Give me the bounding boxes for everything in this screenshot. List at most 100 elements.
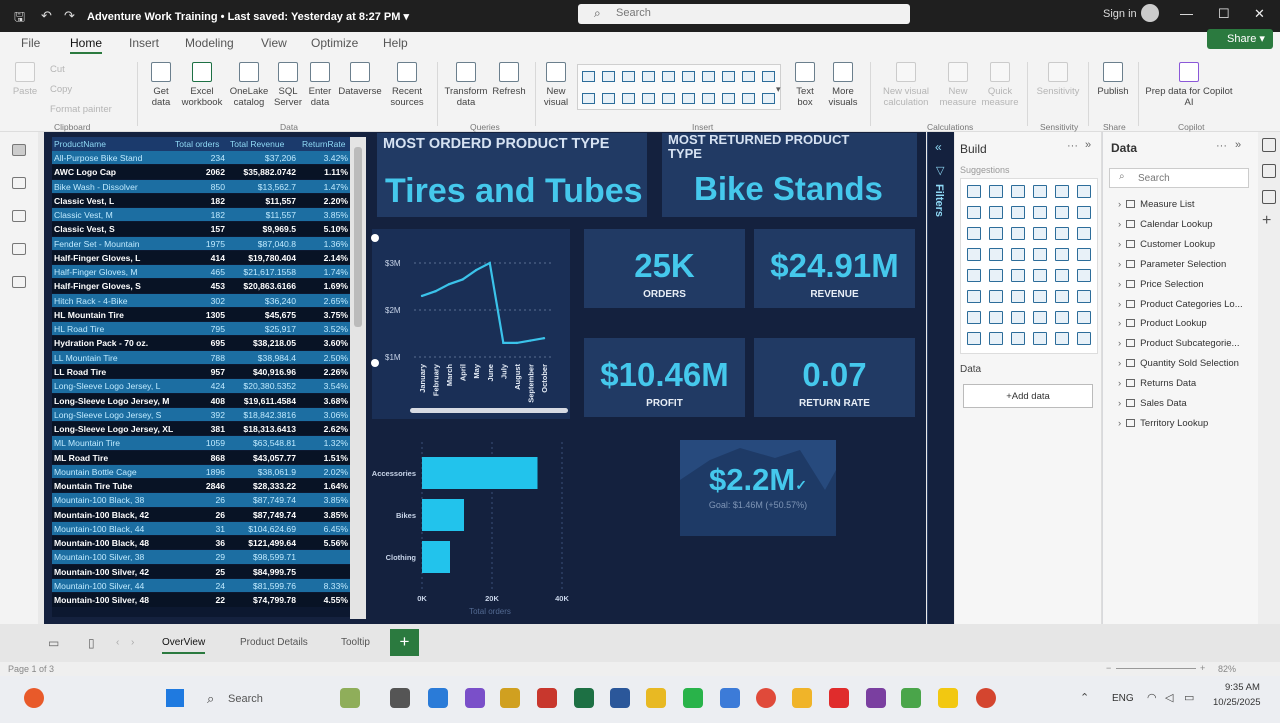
data-table-item[interactable]: › Returns Data — [1118, 378, 1196, 389]
task-view-icon[interactable] — [390, 688, 410, 708]
add-page-button[interactable]: + — [390, 629, 419, 656]
sensitivity-button[interactable]: Sensitivity — [1032, 62, 1084, 97]
visual-type-icon[interactable] — [989, 290, 1003, 303]
paste-button[interactable]: Paste — [12, 62, 38, 97]
tray-expand-icon[interactable]: ⌃ — [1080, 691, 1089, 704]
bar[interactable] — [422, 499, 464, 531]
column-header[interactable]: ProductName — [54, 139, 106, 149]
expand-icon[interactable]: « — [935, 140, 942, 154]
power-bi-icon[interactable] — [646, 688, 666, 708]
resize-handle[interactable] — [371, 234, 379, 242]
tmdl-view-icon[interactable] — [12, 276, 26, 288]
visual-icon[interactable] — [582, 93, 595, 104]
sql-server-button[interactable]: SQL Server — [274, 62, 302, 108]
more-visuals-button[interactable]: More visuals — [823, 62, 863, 108]
table-row[interactable]: ML Road Tire 868 $43,057.77 1.51% — [52, 450, 350, 465]
transform-data-button[interactable]: Transform data — [442, 62, 490, 108]
data-table-item[interactable]: › Calendar Lookup — [1118, 219, 1213, 230]
copy-button[interactable]: Copy — [50, 84, 72, 95]
desktop-layout-icon[interactable]: ▭ — [48, 636, 59, 650]
whatsapp-icon[interactable] — [683, 688, 703, 708]
enter-data-button[interactable]: Enter data — [306, 62, 334, 108]
table-row[interactable]: HL Mountain Tire 1305 $45,675 3.75% — [52, 307, 350, 323]
zoom-in-icon[interactable]: + — [1200, 663, 1205, 673]
resize-handle[interactable] — [371, 359, 379, 367]
new-visual-button[interactable]: New visual — [540, 62, 572, 108]
visual-type-icon[interactable] — [1033, 248, 1047, 261]
data-table-item[interactable]: › Product Subcategorie... — [1118, 338, 1239, 349]
visual-icon[interactable] — [742, 93, 755, 104]
visual-type-icon[interactable] — [967, 185, 981, 198]
tab-product-details[interactable]: Product Details — [240, 637, 308, 648]
visual-icon[interactable] — [762, 71, 775, 82]
gallery-expand-icon[interactable]: ▾ — [776, 84, 781, 95]
app-icon[interactable] — [537, 688, 557, 708]
category-bar-chart[interactable]: 0K 20K 40K Total orders Accessories Bikes Clot… — [370, 432, 570, 620]
table-row[interactable]: Classic Vest, L 182 $11,557 2.20% — [52, 193, 350, 209]
table-row[interactable]: All-Purpose Bike Stand 234 $37,206 3.42% — [52, 151, 350, 166]
zoom-slider[interactable] — [1116, 668, 1196, 669]
collapse-icon[interactable]: » — [1235, 139, 1241, 151]
word-icon[interactable] — [610, 688, 630, 708]
data-point[interactable] — [447, 282, 451, 286]
data-table-item[interactable]: › Product Categories Lo... — [1118, 299, 1243, 310]
cut-button[interactable]: Cut — [50, 64, 65, 75]
prev-page-icon[interactable]: ‹ — [116, 637, 119, 648]
visual-icon[interactable] — [602, 93, 615, 104]
table-row[interactable]: Half-Finger Gloves, L 414 $19,780.404 2.14% — [52, 250, 350, 266]
chevron-right-icon[interactable]: › — [1118, 299, 1121, 310]
visual-studio-icon[interactable] — [465, 688, 485, 708]
chevron-right-icon[interactable]: › — [1118, 378, 1121, 389]
visual-icon[interactable] — [662, 93, 675, 104]
data-point[interactable] — [515, 341, 519, 345]
bar[interactable] — [422, 457, 538, 489]
undo-icon[interactable]: ↶ — [41, 8, 52, 24]
visual-type-icon[interactable] — [967, 206, 981, 219]
tab-insert[interactable]: Insert — [129, 36, 159, 50]
visual-type-icon[interactable] — [1033, 332, 1047, 345]
data-table-item[interactable]: › Territory Lookup — [1118, 418, 1208, 429]
table-row[interactable]: LL Mountain Tire 788 $38,984.4 2.50% — [52, 350, 350, 365]
chevron-right-icon[interactable]: › — [1118, 219, 1121, 230]
share-button[interactable]: Share ▾ — [1207, 29, 1273, 49]
visual-type-icon[interactable] — [1055, 269, 1069, 282]
visual-type-icon[interactable] — [1055, 248, 1069, 261]
visual-icon[interactable] — [722, 71, 735, 82]
tab-file[interactable]: File — [21, 36, 40, 50]
table-row[interactable]: Classic Vest, S 157 $9,969.5 5.10% — [52, 222, 350, 237]
get-data-button[interactable]: Get data — [146, 62, 176, 108]
table-row[interactable]: Fender Set - Mountain 1975 $87,040.8 1.36% — [52, 236, 350, 251]
data-point[interactable] — [488, 261, 491, 265]
chevron-right-icon[interactable]: › — [1118, 398, 1121, 409]
app-icon[interactable] — [500, 688, 520, 708]
visual-type-icon[interactable] — [967, 332, 981, 345]
chevron-right-icon[interactable]: › — [1118, 318, 1121, 329]
table-row[interactable]: Mountain-100 Black, 44 31 $104,624.69 6.45% — [52, 521, 350, 537]
battery-icon[interactable]: ▭ — [1184, 691, 1194, 704]
visual-type-icon[interactable] — [1011, 185, 1025, 198]
visual-type-icon[interactable] — [1033, 227, 1047, 240]
add-pane-icon[interactable]: + — [1262, 212, 1271, 230]
visual-type-icon[interactable] — [967, 227, 981, 240]
data-point[interactable] — [502, 341, 505, 345]
save-icon[interactable]: 🖫 — [14, 8, 25, 30]
data-table-item[interactable]: › Price Selection — [1118, 279, 1204, 290]
chevron-right-icon[interactable]: › — [1118, 199, 1121, 210]
excel-workbook-button[interactable]: Excel workbook — [180, 62, 224, 108]
table-row[interactable]: Hitch Rack - 4-Bike 302 $36,240 2.65% — [52, 293, 350, 308]
visual-type-icon[interactable] — [1011, 248, 1025, 261]
visual-type-icon[interactable] — [989, 248, 1003, 261]
table-view-icon[interactable] — [12, 177, 26, 189]
tab-view[interactable]: View — [261, 36, 287, 50]
app-icon[interactable] — [720, 688, 740, 708]
more-options-icon[interactable]: ··· — [1216, 140, 1227, 152]
revenue-line-chart[interactable]: $3M $2M $1M January February March April May Jun… — [372, 229, 570, 419]
data-table-item[interactable]: › Measure List — [1118, 199, 1195, 210]
power-bi-icon[interactable] — [938, 688, 958, 708]
table-row[interactable]: Bike Wash - Dissolver 850 $13,562.7 1.47% — [52, 179, 350, 194]
chevron-right-icon[interactable]: › — [1118, 239, 1121, 250]
avatar[interactable] — [1141, 4, 1159, 22]
table-row[interactable]: Long-Sleeve Logo Jersey, L 424 $20,380.535… — [52, 379, 350, 394]
close-icon[interactable]: ✕ — [1254, 6, 1265, 22]
visual-type-icon[interactable] — [967, 248, 981, 261]
